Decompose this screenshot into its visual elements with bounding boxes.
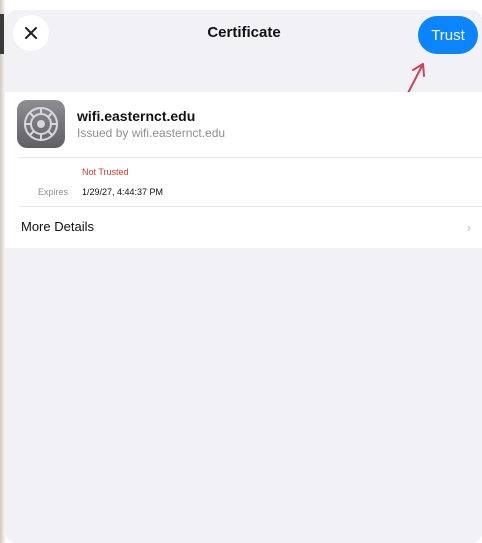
expires-value: 1/29/27, 4:44:37 PM bbox=[82, 187, 164, 197]
more-details-row[interactable]: More Details › bbox=[5, 207, 482, 248]
certificate-card: wifi.easternct.edu Issued by wifi.easter… bbox=[5, 92, 482, 248]
certificate-issuer: Issued by wifi.easternct.edu bbox=[77, 126, 226, 140]
certificate-name: wifi.easternct.edu bbox=[77, 108, 196, 124]
gear-icon bbox=[24, 107, 58, 141]
certificate-sheet: Certificate Trust wifi.easternct.edu Iss… bbox=[5, 10, 482, 543]
chevron-right-icon: › bbox=[466, 220, 471, 235]
expires-label: Expires bbox=[38, 187, 69, 197]
certificate-settings-icon bbox=[17, 100, 65, 148]
more-details-label: More Details bbox=[21, 219, 94, 234]
page-title: Certificate bbox=[207, 24, 281, 41]
trust-status: Not Trusted bbox=[82, 167, 129, 177]
divider bbox=[19, 157, 482, 158]
trust-button[interactable]: Trust bbox=[418, 16, 478, 54]
background-edge-dark bbox=[0, 14, 4, 54]
